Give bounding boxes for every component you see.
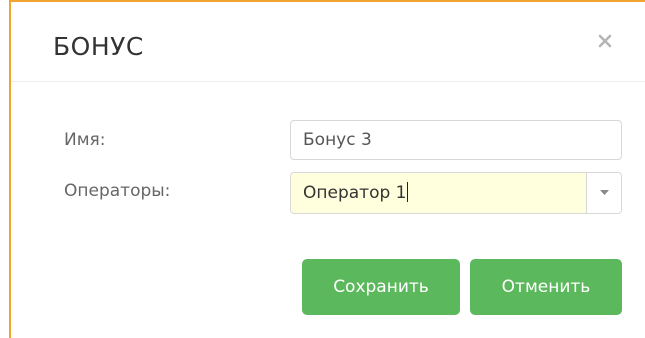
dialog-title: БОНУС (53, 32, 144, 61)
save-button[interactable]: Сохранить (302, 259, 460, 315)
cancel-button[interactable]: Отменить (470, 259, 622, 315)
operators-label: Операторы: (64, 181, 171, 201)
operators-value: Оператор 1 (303, 183, 407, 203)
name-input[interactable]: Бонус 3 (290, 120, 622, 160)
name-label: Имя: (64, 130, 106, 150)
text-cursor (407, 182, 409, 202)
operators-dropdown-toggle[interactable] (586, 173, 621, 213)
operators-input[interactable]: Оператор 1 (291, 173, 587, 213)
bonus-dialog: БОНУС Имя: Бонус 3 Операторы: Оператор 1… (0, 0, 645, 338)
dialog-header: БОНУС (11, 2, 645, 82)
close-icon[interactable] (596, 32, 614, 50)
operators-select[interactable]: Оператор 1 (290, 172, 622, 214)
